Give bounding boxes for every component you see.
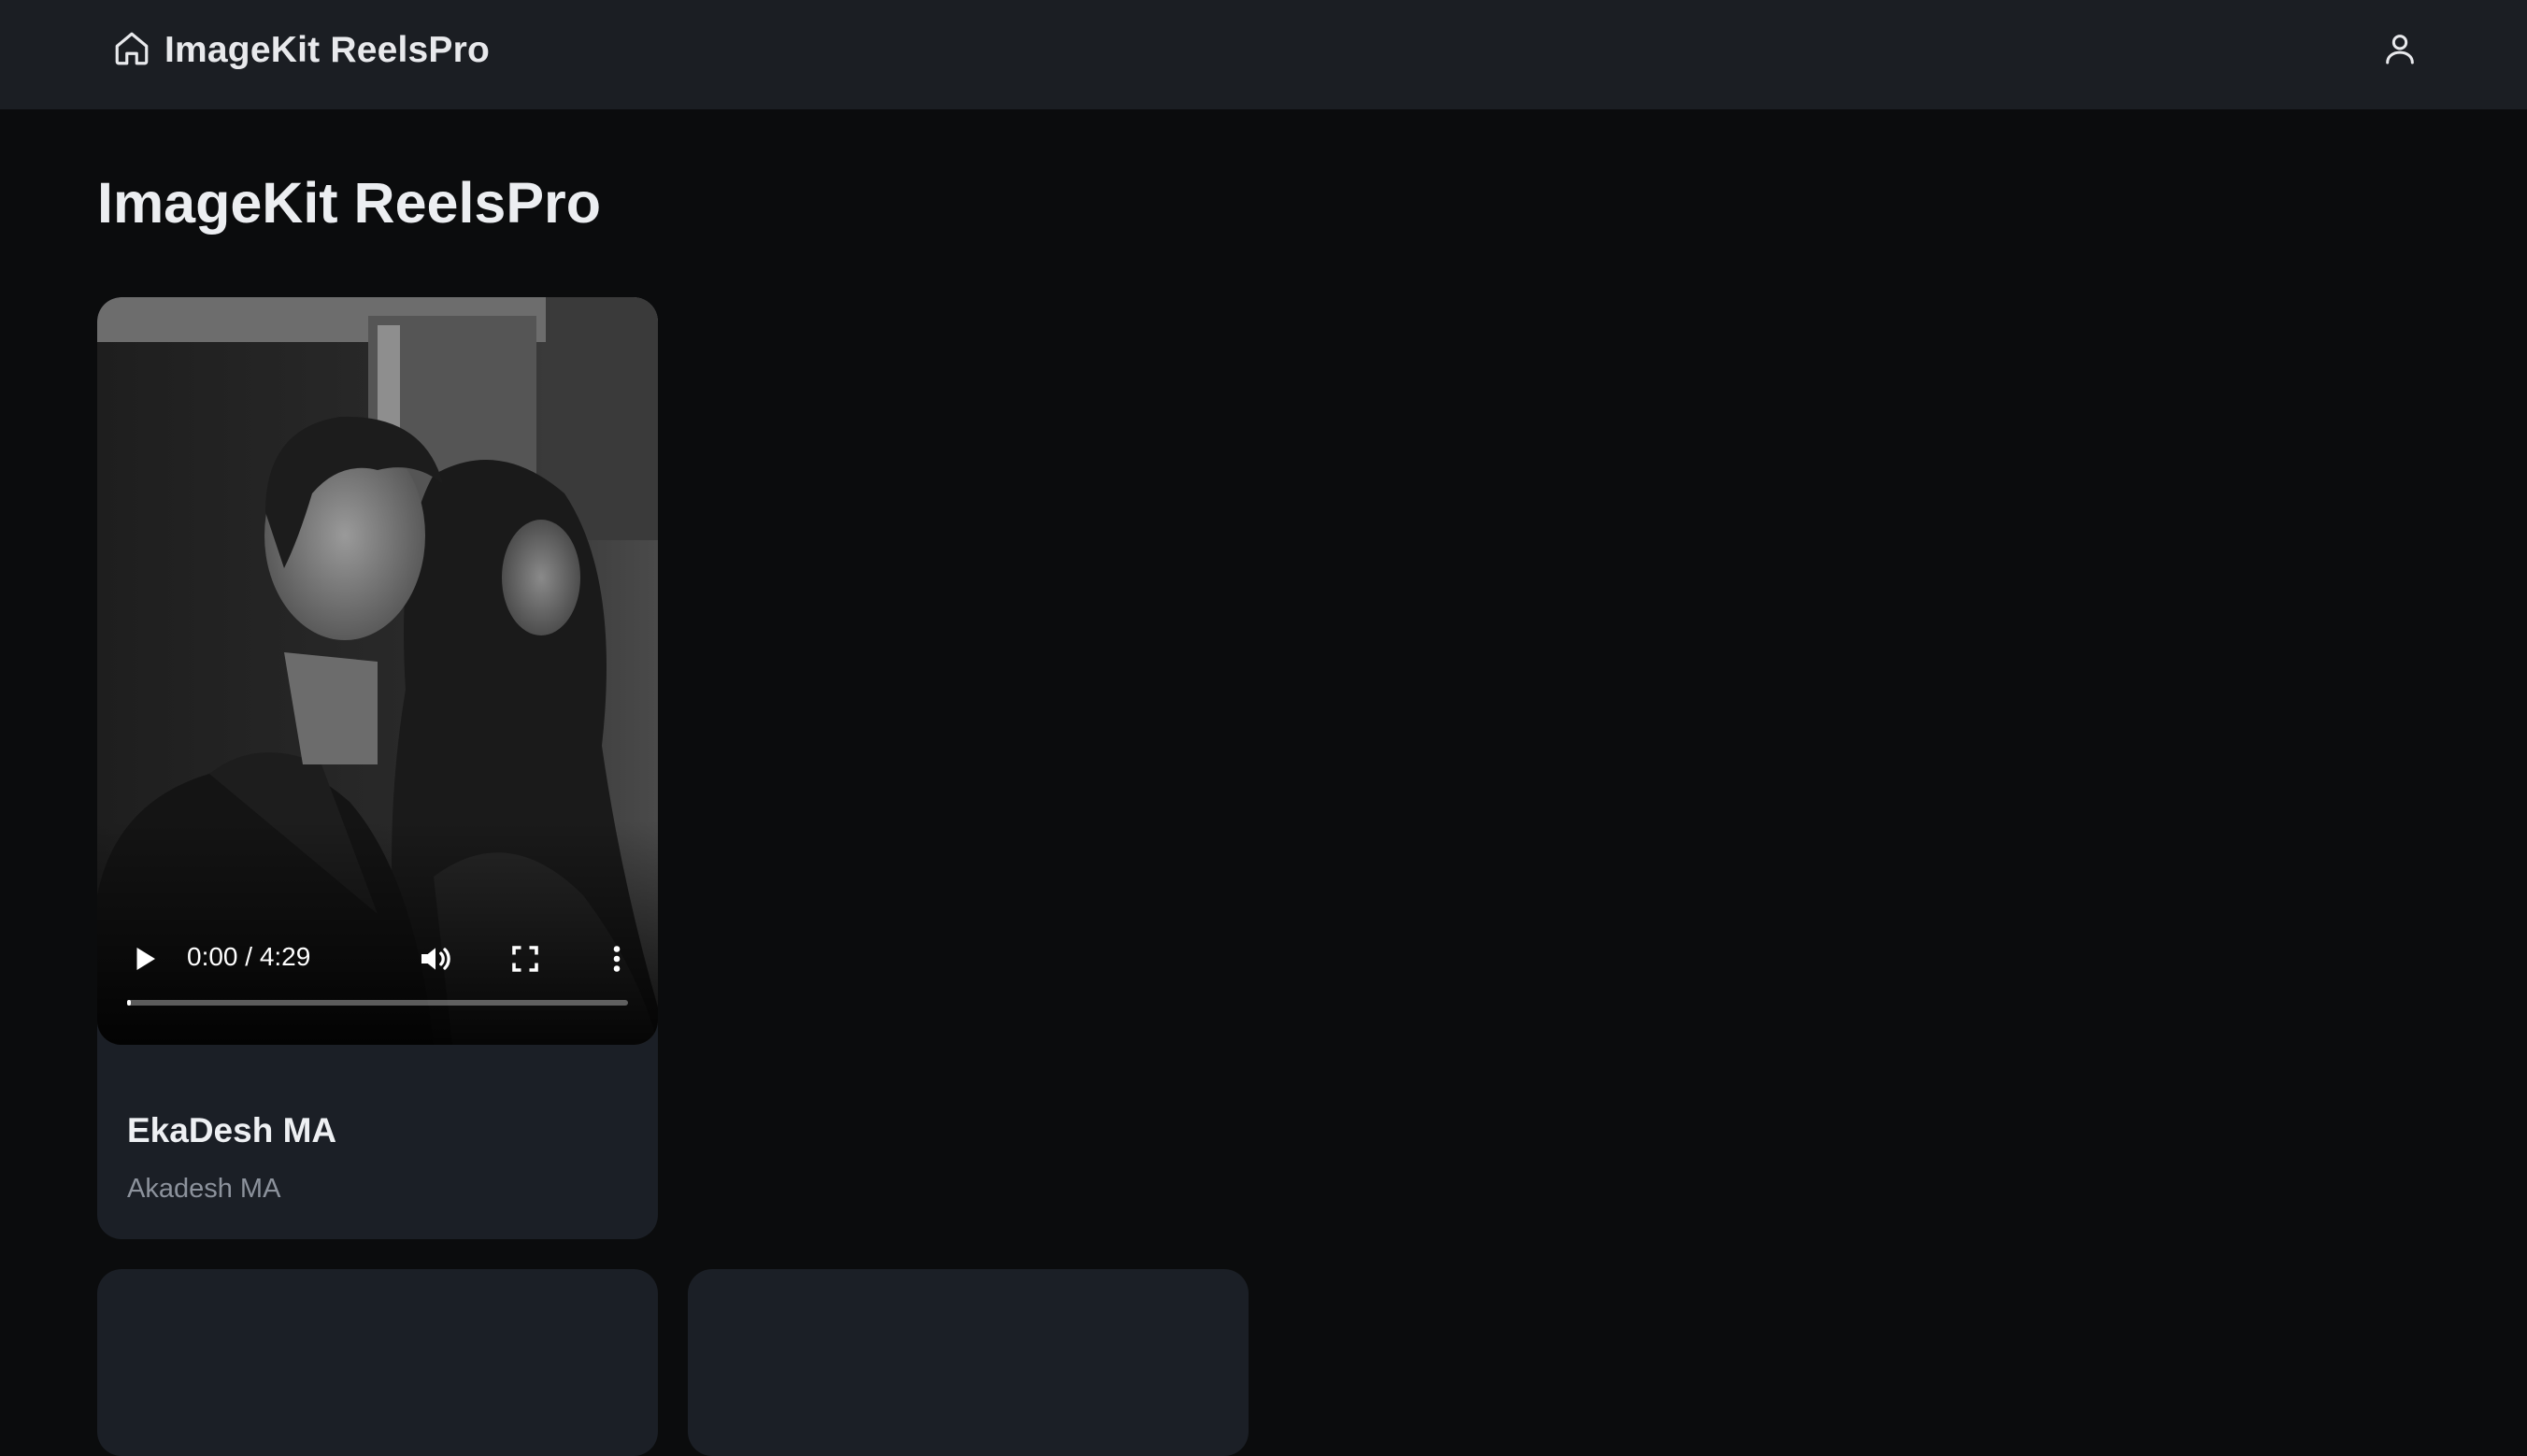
more-options-button[interactable]: [600, 942, 634, 976]
home-icon: [112, 29, 151, 73]
home-link[interactable]: ImageKit ReelsPro: [112, 28, 490, 73]
video-player[interactable]: 0:00 / 4:29: [97, 297, 658, 1045]
more-options-icon: [600, 946, 634, 979]
fullscreen-icon: [508, 946, 542, 979]
video-card[interactable]: [688, 1269, 1249, 1456]
fullscreen-button[interactable]: [508, 942, 542, 976]
progress-fill: [127, 1000, 131, 1006]
play-button[interactable]: [127, 942, 161, 976]
video-title: EkaDesh MA: [127, 1111, 337, 1149]
video-card[interactable]: [97, 1269, 658, 1456]
time-display: 0:00 / 4:29: [187, 942, 311, 971]
play-icon: [127, 948, 161, 979]
page-title: ImageKit ReelsPro: [97, 171, 602, 235]
user-icon: [2381, 30, 2419, 72]
controls-overlay: [97, 821, 658, 1045]
volume-icon: [417, 948, 454, 981]
volume-button[interactable]: [417, 940, 454, 978]
video-description: Akadesh MA: [127, 1174, 281, 1204]
user-menu-button[interactable]: [2377, 28, 2422, 73]
progress-bar[interactable]: [127, 1000, 628, 1006]
top-navbar: ImageKit ReelsPro: [0, 0, 2527, 109]
brand-label: ImageKit ReelsPro: [164, 30, 491, 70]
video-card[interactable]: 0:00 / 4:29 EkaDesh MA Akadesh MA: [97, 297, 658, 1239]
